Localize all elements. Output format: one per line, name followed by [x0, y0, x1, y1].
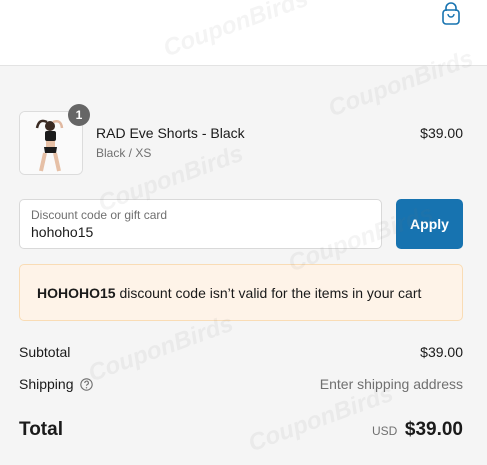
product-variant: Black / XS — [96, 146, 152, 160]
discount-error-code: HOHOHO15 — [37, 285, 116, 301]
product-price: $39.00 — [420, 125, 463, 141]
shipping-row: Shipping — [19, 376, 93, 392]
subtotal-label: Subtotal — [19, 344, 71, 360]
discount-field-value: hohoho15 — [31, 224, 94, 240]
total-currency: USD — [372, 424, 398, 438]
discount-code-input[interactable]: Discount code or gift card hohoho15 — [19, 199, 382, 249]
quantity-badge: 1 — [68, 104, 90, 126]
help-circle-icon[interactable] — [79, 378, 93, 391]
shopping-bag-icon[interactable] — [440, 2, 462, 26]
discount-error-message: discount code isn’t valid for the items … — [115, 285, 422, 301]
checkout-header — [0, 0, 487, 66]
product-title: RAD Eve Shorts - Black — [96, 125, 245, 141]
line-item: 1 RAD Eve Shorts - Black Black / XS $39.… — [19, 104, 463, 175]
discount-error-text: HOHOHO15 discount code isn’t valid for t… — [37, 285, 421, 301]
shipping-label: Shipping — [19, 376, 74, 392]
shipping-value: Enter shipping address — [319, 376, 463, 392]
discount-error-notice: HOHOHO15 discount code isn’t valid for t… — [19, 264, 463, 321]
discount-field-label: Discount code or gift card — [31, 208, 168, 222]
total-value: $39.00 — [404, 419, 463, 440]
total-label: Total — [19, 419, 63, 440]
apply-discount-button[interactable]: Apply — [396, 199, 463, 249]
subtotal-value: $39.00 — [420, 344, 463, 360]
order-summary: 1 RAD Eve Shorts - Black Black / XS $39.… — [0, 66, 487, 465]
